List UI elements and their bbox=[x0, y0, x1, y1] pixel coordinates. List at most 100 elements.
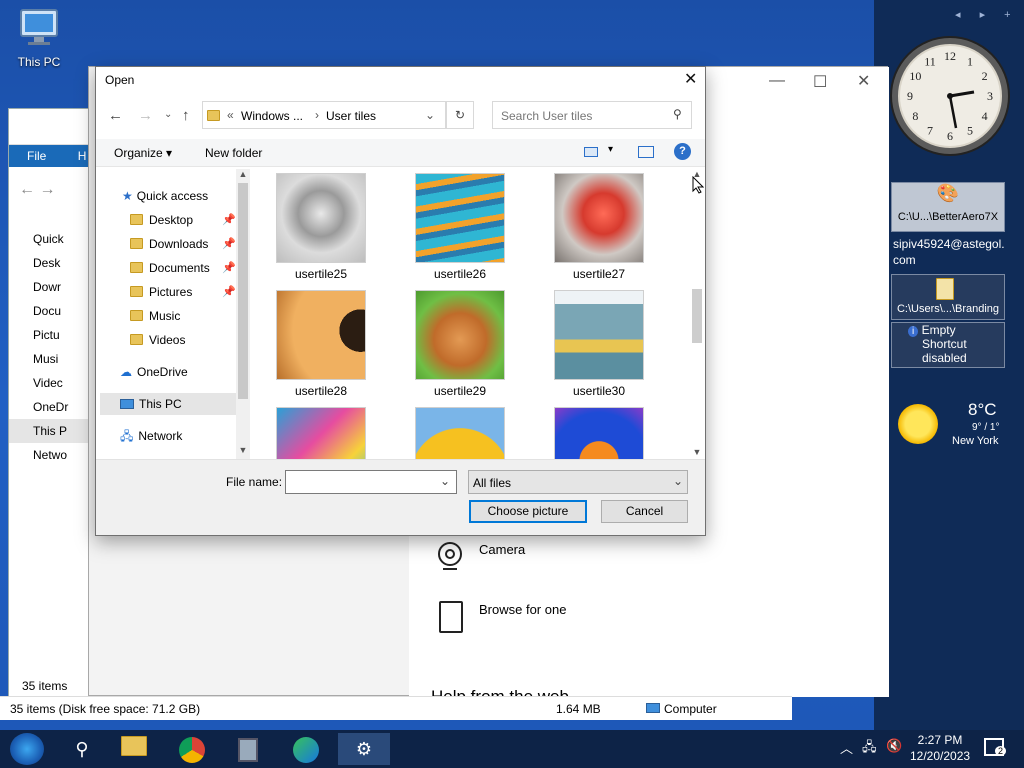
view-dropdown-chevron-icon[interactable]: ▾ bbox=[608, 144, 613, 155]
tray-clock[interactable]: 2:27 PM 12/20/2023 bbox=[910, 732, 970, 764]
recent-locations-chevron-icon[interactable]: ⌄ bbox=[164, 109, 172, 120]
explorer-nav-item[interactable]: Netwo bbox=[9, 443, 97, 467]
forward-button[interactable]: → bbox=[138, 107, 153, 124]
camera-option[interactable]: Camera bbox=[479, 542, 525, 557]
dialog-close-button[interactable]: ✕ bbox=[684, 69, 697, 89]
sidebar-nav-controls[interactable]: ◂ ▸ + bbox=[955, 8, 1019, 21]
nav-quick-access[interactable]: ★ Quick access bbox=[122, 185, 208, 207]
file-name-dropdown-icon[interactable]: ⌄ bbox=[440, 474, 450, 488]
file-type-select[interactable]: All files ⌄ bbox=[468, 470, 688, 494]
nav-pictures[interactable]: Pictures 📌 bbox=[130, 281, 240, 303]
clock-numeral: 1 bbox=[967, 54, 973, 68]
explorer-nav-item[interactable]: Dowr bbox=[9, 275, 97, 299]
breadcrumb-parent[interactable]: Windows ... bbox=[241, 109, 303, 123]
launcher-gadget-branding[interactable]: C:\Users\...\Branding bbox=[891, 274, 1005, 320]
file-label[interactable]: usertile27 bbox=[544, 267, 654, 281]
explorer-nav-item[interactable]: Pictu bbox=[9, 323, 97, 347]
thumbnail-stairs[interactable] bbox=[415, 173, 505, 263]
ribbon-home-tab[interactable]: H bbox=[78, 149, 87, 163]
thumbnail-guitar[interactable] bbox=[276, 290, 366, 380]
help-icon[interactable]: ? bbox=[674, 143, 691, 160]
nav-desktop[interactable]: Desktop 📌 bbox=[130, 209, 240, 231]
desktop-icon-label: This PC bbox=[17, 55, 61, 69]
edge-icon[interactable] bbox=[286, 733, 326, 765]
breadcrumb-current[interactable]: User tiles bbox=[326, 109, 376, 123]
explorer-nav-item[interactable]: This P bbox=[9, 419, 97, 443]
search-icon[interactable]: ⚲ bbox=[62, 733, 102, 765]
open-dialog[interactable]: Open ✕ ← → ⌄ ↑ « Windows ... › User tile… bbox=[95, 66, 706, 536]
thumbnail-paper-crane[interactable] bbox=[554, 173, 644, 263]
settings-gear-icon[interactable]: ⚙ bbox=[338, 733, 390, 765]
clock-gadget[interactable]: 12 1 2 3 4 5 6 7 8 9 10 11 bbox=[892, 38, 1008, 154]
email-gadget[interactable]: sipiv45924@astegol.com bbox=[893, 236, 1007, 268]
nav-this-pc[interactable]: This PC bbox=[100, 393, 236, 415]
file-name-input[interactable]: ⌄ bbox=[285, 470, 457, 494]
file-label[interactable]: usertile26 bbox=[405, 267, 515, 281]
thumbnail-pomeranian[interactable] bbox=[415, 290, 505, 380]
nav-documents[interactable]: Documents 📌 bbox=[130, 257, 240, 279]
address-dropdown-icon[interactable]: ⌄ bbox=[425, 108, 435, 122]
up-button[interactable]: ↑ bbox=[182, 107, 190, 124]
back-button[interactable]: ← bbox=[108, 107, 123, 124]
grid-scroll-thumb[interactable] bbox=[692, 289, 702, 343]
explorer-nav-item[interactable]: Quick bbox=[9, 227, 97, 251]
volume-muted-icon[interactable]: 🔇 bbox=[886, 738, 902, 754]
calculator-icon[interactable] bbox=[228, 733, 268, 765]
organize-button[interactable]: Organize ▾ bbox=[114, 146, 172, 160]
cancel-button[interactable]: Cancel bbox=[601, 500, 688, 523]
explorer-status-bar: 35 items (Disk free space: 71.2 GB) 1.64… bbox=[0, 696, 792, 720]
file-label[interactable]: usertile29 bbox=[405, 384, 515, 398]
weather-gadget[interactable]: 8°C 9° / 1° New York bbox=[896, 400, 1006, 450]
explorer-nav-item[interactable]: OneDr bbox=[9, 395, 97, 419]
minimize-button[interactable]: — bbox=[769, 72, 785, 90]
maximize-button[interactable]: ☐ bbox=[813, 72, 827, 92]
desktop-icon-this-pc[interactable]: This PC bbox=[8, 8, 70, 78]
file-explorer-icon[interactable] bbox=[114, 733, 154, 765]
view-options-icon[interactable] bbox=[584, 147, 598, 157]
file-grid-scrollbar[interactable]: ▲ ▼ bbox=[690, 169, 704, 459]
folder-icon bbox=[130, 286, 143, 297]
launcher-gadget-betteraero[interactable]: 🎨 C:\U...\BetterAero7X bbox=[891, 182, 1005, 232]
file-type-value: All files bbox=[473, 476, 512, 490]
nav-onedrive[interactable]: ☁ OneDrive bbox=[120, 361, 188, 383]
ribbon-file-tab[interactable]: File bbox=[27, 149, 46, 163]
network-tray-icon[interactable]: 🖧 bbox=[862, 738, 877, 760]
breadcrumb-overflow[interactable]: « bbox=[227, 108, 234, 122]
choose-picture-button[interactable]: Choose picture bbox=[469, 500, 587, 523]
close-button[interactable]: ✕ bbox=[857, 71, 870, 91]
thumbnail-sunflower[interactable] bbox=[415, 407, 505, 459]
address-bar[interactable]: « Windows ... › User tiles ⌄ bbox=[202, 101, 446, 129]
explorer-nav-item[interactable]: Docu bbox=[9, 299, 97, 323]
file-label[interactable]: usertile30 bbox=[544, 384, 654, 398]
file-type-dropdown-icon[interactable]: ⌄ bbox=[673, 474, 683, 488]
scroll-down-icon[interactable]: ▼ bbox=[236, 445, 250, 455]
thumbnail-jacks[interactable] bbox=[276, 173, 366, 263]
notification-center-icon[interactable]: 2 bbox=[984, 738, 1006, 756]
nav-network[interactable]: 🖧 Network bbox=[120, 425, 182, 447]
refresh-button[interactable]: ↻ bbox=[446, 101, 474, 129]
browse-option[interactable]: Browse for one bbox=[479, 602, 566, 617]
file-label[interactable]: usertile28 bbox=[266, 384, 376, 398]
nav-scroll-thumb[interactable] bbox=[238, 183, 248, 399]
nav-music[interactable]: Music bbox=[130, 305, 180, 327]
scroll-up-icon[interactable]: ▲ bbox=[236, 169, 250, 179]
file-label[interactable]: usertile25 bbox=[266, 267, 376, 281]
start-button[interactable] bbox=[10, 733, 44, 765]
thumbnail-fabric[interactable] bbox=[276, 407, 366, 459]
nav-videos[interactable]: Videos bbox=[130, 329, 185, 351]
nav-scrollbar[interactable]: ▲ ▼ bbox=[236, 169, 250, 459]
chrome-icon[interactable] bbox=[172, 733, 212, 765]
explorer-window[interactable]: File H ← → Quick Desk Dowr Docu Pictu Musi Vid… bbox=[8, 108, 98, 720]
tray-overflow-chevron-icon[interactable]: ︿ bbox=[840, 738, 853, 757]
explorer-nav-arrows[interactable]: ← → bbox=[9, 167, 97, 227]
scroll-down-icon[interactable]: ▼ bbox=[690, 447, 704, 457]
thumbnail-fish[interactable] bbox=[554, 407, 644, 459]
new-folder-button[interactable]: New folder bbox=[205, 146, 262, 160]
preview-pane-icon[interactable] bbox=[638, 146, 654, 158]
explorer-nav-item[interactable]: Videc bbox=[9, 371, 97, 395]
thumbnail-robot[interactable] bbox=[554, 290, 644, 380]
explorer-nav-item[interactable]: Musi bbox=[9, 347, 97, 371]
nav-downloads[interactable]: Downloads 📌 bbox=[130, 233, 240, 255]
explorer-nav-item[interactable]: Desk bbox=[9, 251, 97, 275]
search-input[interactable]: Search User tiles ⚲ bbox=[492, 101, 692, 129]
